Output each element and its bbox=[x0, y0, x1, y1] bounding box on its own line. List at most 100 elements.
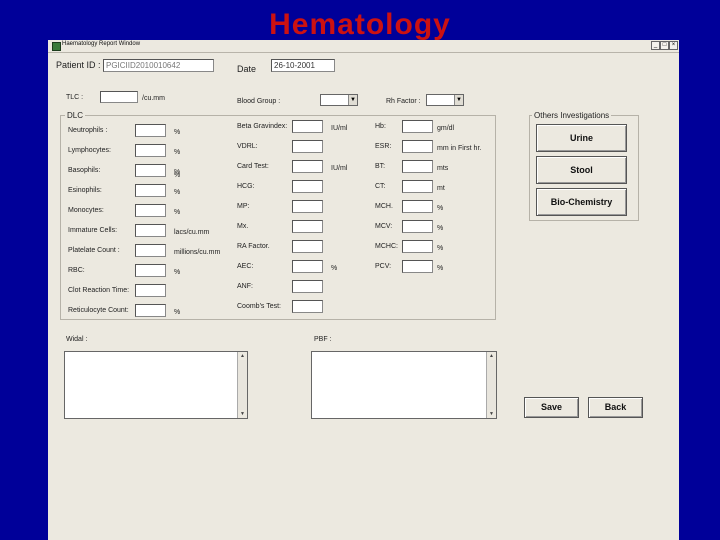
pbf-textarea[interactable]: ▲ ▼ bbox=[311, 351, 497, 419]
widal-scrollbar[interactable]: ▲ ▼ bbox=[237, 352, 247, 418]
close-button[interactable]: × bbox=[669, 41, 678, 50]
report-window: Haematology Report Window _ □ × Patient … bbox=[48, 40, 679, 540]
dlc-field-label: CT: bbox=[375, 183, 386, 190]
rh-factor-select[interactable]: ▼ bbox=[426, 94, 464, 106]
dlc-caption: DLC bbox=[65, 111, 86, 120]
dlc-field-input[interactable] bbox=[292, 280, 323, 293]
dlc-field-unit: % bbox=[437, 245, 444, 252]
dlc-field-unit: % bbox=[437, 205, 444, 212]
dlc-field-label: MCHC: bbox=[375, 243, 398, 250]
dlc-field-unit: mts bbox=[437, 165, 449, 172]
tlc-label: TLC : bbox=[66, 94, 84, 101]
dlc-field-input[interactable] bbox=[402, 140, 433, 153]
dlc-field-input[interactable] bbox=[135, 124, 166, 137]
dlc-field-input[interactable] bbox=[135, 164, 166, 177]
scroll-up-icon[interactable]: ▲ bbox=[238, 352, 247, 360]
dlc-field-input[interactable] bbox=[135, 224, 166, 237]
dlc-field-input[interactable] bbox=[402, 200, 433, 213]
window-title: Haematology Report Window bbox=[62, 41, 141, 47]
rh-factor-label: Rh Factor : bbox=[386, 98, 421, 105]
dlc-field-label: Esinophils: bbox=[68, 187, 102, 194]
stool-button[interactable]: Stool bbox=[536, 156, 627, 184]
dlc-field-input[interactable] bbox=[402, 260, 433, 273]
slide-title: Hematology bbox=[269, 8, 451, 41]
patient-id-input[interactable]: PGICIID2010010642 bbox=[103, 59, 214, 72]
dlc-field-label: PCV: bbox=[375, 263, 392, 270]
maximize-button[interactable]: □ bbox=[660, 41, 669, 50]
dlc-field-label: MP: bbox=[237, 203, 250, 210]
window-titlebar: Haematology Report Window _ □ × bbox=[48, 40, 679, 53]
dlc-field-input[interactable] bbox=[135, 284, 166, 297]
dlc-field-label: Card Test: bbox=[237, 163, 269, 170]
dlc-field-unit: % bbox=[174, 309, 181, 316]
dlc-field-input[interactable] bbox=[135, 144, 166, 157]
dlc-field-input[interactable] bbox=[292, 140, 323, 153]
blood-group-label: Blood Group : bbox=[237, 98, 281, 105]
dlc-field-input[interactable] bbox=[292, 260, 323, 273]
other-investigations-caption: Others Investigations bbox=[532, 111, 612, 120]
dlc-field-unit: mt bbox=[437, 185, 445, 192]
dlc-field-input[interactable] bbox=[292, 160, 323, 173]
widal-label: Widal : bbox=[66, 336, 88, 343]
tlc-input[interactable] bbox=[100, 91, 138, 103]
scroll-down-icon[interactable]: ▼ bbox=[238, 410, 247, 418]
dlc-field-unit: % bbox=[437, 225, 444, 232]
dlc-field-input[interactable] bbox=[402, 160, 433, 173]
dlc-field-unit: IU/ml bbox=[331, 165, 348, 172]
dlc-field-input[interactable] bbox=[402, 220, 433, 233]
dlc-field-input[interactable] bbox=[292, 120, 323, 133]
dlc-field-label: Mx. bbox=[237, 223, 249, 230]
dlc-field-unit: % bbox=[174, 129, 181, 136]
patient-id-label: Patient ID : bbox=[56, 60, 101, 70]
date-label: Date bbox=[237, 64, 257, 74]
dlc-field-input[interactable] bbox=[292, 300, 323, 313]
dlc-field-label: AEC: bbox=[237, 263, 254, 270]
dlc-field-label: MCH. bbox=[375, 203, 393, 210]
app-icon bbox=[52, 42, 61, 51]
save-button[interactable]: Save bbox=[524, 397, 579, 418]
dlc-field-label: MCV: bbox=[375, 223, 393, 230]
minimize-button[interactable]: _ bbox=[651, 41, 660, 50]
dlc-field-input[interactable] bbox=[292, 220, 323, 233]
blood-group-select[interactable]: ▼ bbox=[320, 94, 358, 106]
chevron-down-icon: ▼ bbox=[348, 95, 357, 105]
dlc-field-label: Basophils: bbox=[68, 167, 101, 174]
dlc-field-label: Hb: bbox=[375, 123, 386, 130]
dlc-field-input[interactable] bbox=[402, 240, 433, 253]
scroll-up-icon[interactable]: ▲ bbox=[487, 352, 496, 360]
tlc-unit: /cu.mm bbox=[142, 95, 165, 102]
dlc-field-input[interactable] bbox=[402, 120, 433, 133]
dlc-field-unit: % bbox=[174, 189, 181, 196]
bio-chemistry-button[interactable]: Bio-Chemistry bbox=[536, 188, 627, 216]
dlc-field-input[interactable] bbox=[135, 244, 166, 257]
dlc-field-unit: lacs/cu.mm bbox=[174, 229, 210, 236]
dlc-field-label: Beta Gravindex: bbox=[237, 123, 288, 130]
dlc-field-label: HCG: bbox=[237, 183, 255, 190]
dlc-field-input[interactable] bbox=[292, 180, 323, 193]
date-input[interactable]: 26-10-2001 bbox=[271, 59, 335, 72]
scroll-down-icon[interactable]: ▼ bbox=[487, 410, 496, 418]
dlc-field-label: Immature Cells: bbox=[68, 227, 118, 234]
dlc-field-label: Coomb's Test: bbox=[237, 303, 282, 310]
dlc-field-label: BT: bbox=[375, 163, 386, 170]
dlc-field-input[interactable] bbox=[292, 240, 323, 253]
dlc-field-unit: mm in First hr. bbox=[437, 145, 482, 152]
dlc-field-input[interactable] bbox=[135, 184, 166, 197]
dlc-field-unit: gm/dl bbox=[437, 125, 455, 132]
dlc-field-input[interactable] bbox=[402, 180, 433, 193]
dlc-field-unit: millions/cu.mm bbox=[174, 249, 221, 256]
dlc-field-label: Platelate Count : bbox=[68, 247, 120, 254]
dlc-field-input[interactable] bbox=[135, 304, 166, 317]
dlc-field-input[interactable] bbox=[135, 264, 166, 277]
back-button[interactable]: Back bbox=[588, 397, 643, 418]
dlc-field-input[interactable] bbox=[292, 200, 323, 213]
urine-button[interactable]: Urine bbox=[536, 124, 627, 152]
dlc-field-label: VDRL: bbox=[237, 143, 258, 150]
dlc-field-label: Lymphocytes: bbox=[68, 147, 111, 154]
dlc-field-unit: % bbox=[174, 269, 181, 276]
dlc-field-input[interactable] bbox=[135, 204, 166, 217]
dlc-field-label: ESR: bbox=[375, 143, 392, 150]
widal-textarea[interactable]: ▲ ▼ bbox=[64, 351, 248, 419]
dlc-field-unit: % bbox=[174, 209, 181, 216]
pbf-scrollbar[interactable]: ▲ ▼ bbox=[486, 352, 496, 418]
